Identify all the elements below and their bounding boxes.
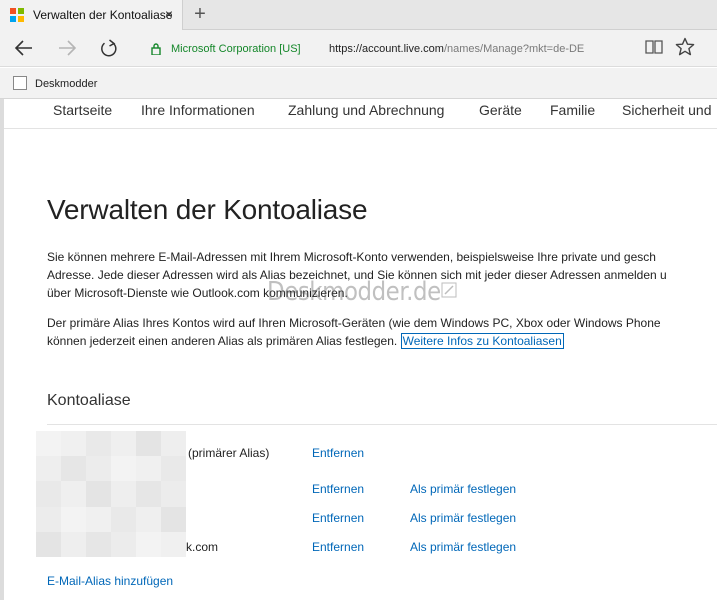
alias-text-primary: (primärer Alias) bbox=[188, 446, 270, 460]
page-edge bbox=[0, 99, 4, 600]
subnav-ihre-informationen[interactable]: Ihre Informationen bbox=[141, 102, 255, 118]
back-arrow-icon[interactable] bbox=[12, 37, 36, 59]
redaction-tile bbox=[111, 531, 136, 557]
remove-alias-link[interactable]: Entfernen bbox=[312, 446, 364, 460]
favorite-label: Deskmodder bbox=[35, 78, 98, 90]
url-host: https://account.live.com bbox=[329, 43, 444, 55]
page-title: Verwalten der Kontoaliase bbox=[47, 194, 368, 225]
redaction-tile bbox=[136, 506, 161, 532]
logo-square-red bbox=[10, 8, 16, 14]
account-subnav: Startseite Ihre Informationen Zahlung un… bbox=[4, 99, 717, 129]
navigation-bar: Microsoft Corporation [US] https://accou… bbox=[0, 30, 717, 67]
remove-alias-link[interactable]: Entfernen bbox=[312, 540, 364, 554]
close-tab-icon[interactable]: × bbox=[162, 6, 176, 22]
subnav-sicherheit[interactable]: Sicherheit und bbox=[622, 102, 712, 118]
certificate-label[interactable]: Microsoft Corporation [US] bbox=[171, 43, 301, 55]
intro-line: Sie können mehrere E-Mail-Adressen mit I… bbox=[47, 250, 656, 264]
redaction-tile bbox=[86, 456, 111, 482]
primary-alias-paragraph: Der primäre Alias Ihres Kontos wird auf … bbox=[47, 314, 661, 350]
alias-text: k.com bbox=[186, 540, 219, 554]
remove-alias-link[interactable]: Entfernen bbox=[312, 482, 364, 496]
logo-square-green bbox=[18, 8, 24, 14]
redaction-tile bbox=[61, 456, 86, 482]
primary-alias-line-text: können jederzeit einen anderen Alias als… bbox=[47, 334, 398, 348]
make-primary-link[interactable]: Als primär festlegen bbox=[410, 540, 516, 554]
redaction-tile bbox=[136, 481, 161, 507]
new-tab-button[interactable]: + bbox=[189, 3, 211, 25]
favorite-star-icon[interactable] bbox=[675, 37, 695, 57]
redaction-tile bbox=[61, 481, 86, 507]
remove-alias-link[interactable]: Entfernen bbox=[312, 511, 364, 525]
url-text[interactable]: https://account.live.com/names/Manage?mk… bbox=[329, 43, 584, 55]
redaction-tile bbox=[161, 506, 186, 532]
forward-arrow-icon[interactable] bbox=[55, 37, 79, 59]
redaction-tile bbox=[86, 531, 111, 557]
favorites-bar: Deskmodder bbox=[0, 68, 717, 99]
subnav-geraete[interactable]: Geräte bbox=[479, 102, 522, 118]
logo-square-yellow bbox=[18, 16, 24, 22]
redaction-tile bbox=[111, 506, 136, 532]
primary-alias-line: Der primäre Alias Ihres Kontos wird auf … bbox=[47, 316, 661, 330]
redaction-tile bbox=[36, 481, 61, 507]
redaction-tile bbox=[111, 481, 136, 507]
make-primary-link[interactable]: Als primär festlegen bbox=[410, 482, 516, 496]
redaction-tile bbox=[36, 531, 61, 557]
redaction-tile bbox=[86, 506, 111, 532]
redaction-tile bbox=[161, 456, 186, 482]
redaction-tile bbox=[136, 531, 161, 557]
redaction-tile bbox=[161, 431, 186, 457]
subnav-zahlung[interactable]: Zahlung und Abrechnung bbox=[288, 102, 444, 118]
redaction-tile bbox=[111, 456, 136, 482]
url-path: /names/Manage?mkt=de-DE bbox=[443, 43, 585, 55]
browser-tab[interactable]: Verwalten der Kontoaliase × bbox=[0, 0, 183, 30]
watermark: Deskmodder.de bbox=[267, 277, 441, 307]
redaction-tile bbox=[61, 431, 86, 457]
redaction-tile bbox=[61, 531, 86, 557]
subnav-familie[interactable]: Familie bbox=[550, 102, 595, 118]
redaction-tile bbox=[161, 531, 186, 557]
tab-strip: Verwalten der Kontoaliase × + bbox=[0, 0, 717, 30]
redacted-addresses bbox=[36, 431, 186, 557]
add-alias-link[interactable]: E-Mail-Alias hinzufügen bbox=[47, 574, 173, 588]
lock-icon bbox=[151, 43, 161, 55]
primary-alias-line-2: können jederzeit einen anderen Alias als… bbox=[47, 332, 661, 350]
redaction-tile bbox=[161, 481, 186, 507]
aliases-heading: Kontoaliase bbox=[47, 392, 131, 409]
page-icon bbox=[13, 76, 27, 90]
divider bbox=[47, 424, 717, 425]
redaction-tile bbox=[136, 456, 161, 482]
redaction-tile bbox=[36, 431, 61, 457]
microsoft-logo-icon bbox=[10, 8, 24, 22]
tab-title: Verwalten der Kontoaliase bbox=[33, 8, 173, 22]
pencil-icon bbox=[441, 282, 457, 298]
reading-view-icon[interactable] bbox=[645, 38, 663, 56]
redaction-tile bbox=[36, 456, 61, 482]
make-primary-link[interactable]: Als primär festlegen bbox=[410, 511, 516, 525]
logo-square-blue bbox=[10, 16, 16, 22]
redaction-tile bbox=[36, 506, 61, 532]
address-bar[interactable]: Microsoft Corporation [US] https://accou… bbox=[140, 34, 640, 63]
redaction-tile bbox=[136, 431, 161, 457]
redaction-tile bbox=[61, 506, 86, 532]
refresh-icon[interactable] bbox=[97, 37, 121, 59]
redaction-tile bbox=[86, 431, 111, 457]
learn-more-link[interactable]: Weitere Infos zu Kontoaliasen bbox=[400, 333, 564, 349]
redaction-tile bbox=[111, 431, 136, 457]
redaction-tile bbox=[86, 481, 111, 507]
subnav-startseite[interactable]: Startseite bbox=[53, 102, 112, 118]
